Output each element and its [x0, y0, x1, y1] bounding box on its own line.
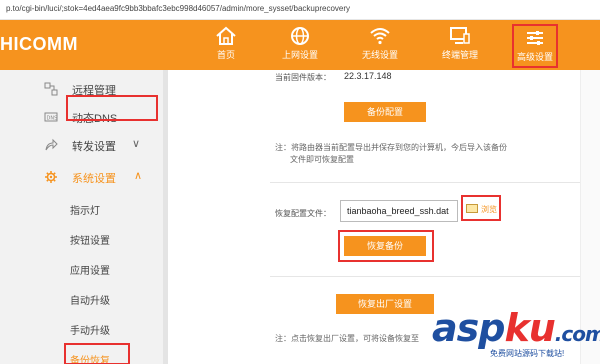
nav-internet[interactable]: 上网设置 [268, 24, 332, 68]
nav-internet-label: 上网设置 [281, 50, 318, 60]
subitem-auto-upgrade[interactable]: 自动升级 [70, 292, 110, 307]
nav-home[interactable]: 首页 [194, 24, 258, 68]
nav-home-label: 首页 [216, 50, 235, 60]
sliders-icon [527, 31, 543, 45]
backup-note-continued: 文件即可恢复配置 [290, 155, 354, 164]
nav-advanced-label: 高级设置 [516, 52, 553, 62]
wifi-icon [370, 28, 390, 45]
sidebar-scrollbar[interactable] [163, 70, 168, 364]
subitem-buttons[interactable]: 按钮设置 [70, 232, 110, 247]
browse-label: 浏览 [481, 205, 497, 214]
restore-backup-button[interactable]: 恢复备份 [344, 236, 426, 256]
chevron-up-icon: ∧ [134, 170, 143, 182]
forward-icon [45, 138, 58, 151]
site-watermark: aspku.com 免费网站源码下载站! [432, 306, 600, 364]
folder-icon [466, 204, 478, 213]
factory-note: 注：点击恢复出厂设置，可将设备恢复至 [275, 334, 419, 343]
backup-note: 注：将路由器当前配置导出并保存到您的计算机，今后导入该备份 [275, 143, 507, 152]
backup-config-button[interactable]: 备份配置 [344, 102, 426, 122]
divider [270, 182, 580, 183]
nav-wireless[interactable]: 无线设置 [348, 24, 412, 68]
divider [270, 276, 580, 277]
sidebar-item-forward[interactable]: 转发设置 ∨ [0, 130, 168, 160]
subitem-apps[interactable]: 应用设置 [70, 262, 110, 277]
svg-text:DNS: DNS [47, 116, 58, 122]
browse-button[interactable]: 浏览 [461, 195, 501, 221]
address-text: p.to/cgi-bin/luci/;stok=4ed4aea9fc9bb3bb… [6, 4, 350, 13]
watermark-logo: aspku.com [432, 306, 600, 350]
monitor-icon [450, 27, 470, 44]
subitem-manual-upgrade[interactable]: 手动升级 [70, 322, 110, 337]
factory-reset-button[interactable]: 恢复出厂设置 [336, 294, 434, 314]
sidebar-item-system[interactable]: 系统设置 ∧ [0, 162, 168, 192]
home-icon [216, 26, 236, 45]
gear-icon [45, 171, 57, 183]
sidebar-item-label: 转发设置 [72, 141, 116, 153]
backup-restore-highlight [64, 343, 130, 364]
remote-icon [44, 82, 58, 96]
firmware-label: 当前固件版本： [275, 73, 331, 82]
address-bar[interactable]: p.to/cgi-bin/luci/;stok=4ed4aea9fc9bb3bb… [0, 0, 600, 20]
globe-icon [291, 27, 309, 45]
chevron-down-icon: ∨ [132, 138, 141, 150]
watermark-tagline: 免费网站源码下载站! [490, 349, 565, 358]
nav-devices-label: 终端管理 [441, 50, 478, 60]
sidebar-item-label: 系统设置 [72, 173, 116, 185]
firmware-value: 22.3.17.148 [344, 71, 392, 81]
subitem-indicator[interactable]: 指示灯 [70, 202, 100, 217]
nav-wireless-label: 无线设置 [361, 50, 398, 60]
brand-logo: HICOMM [0, 34, 78, 54]
restore-file-label: 恢复配置文件： [275, 209, 331, 218]
nav-devices[interactable]: 终端管理 [428, 24, 492, 68]
dns-icon: DNS [44, 112, 58, 122]
nav-advanced[interactable]: 高级设置 [512, 24, 558, 68]
top-header: HICOMM 首页 上网设置 无线设置 终端管理 高级设置 [0, 20, 600, 70]
restore-file-input[interactable]: tianbaoha_breed_ssh.dat [340, 200, 458, 222]
system-settings-highlight [66, 95, 158, 121]
